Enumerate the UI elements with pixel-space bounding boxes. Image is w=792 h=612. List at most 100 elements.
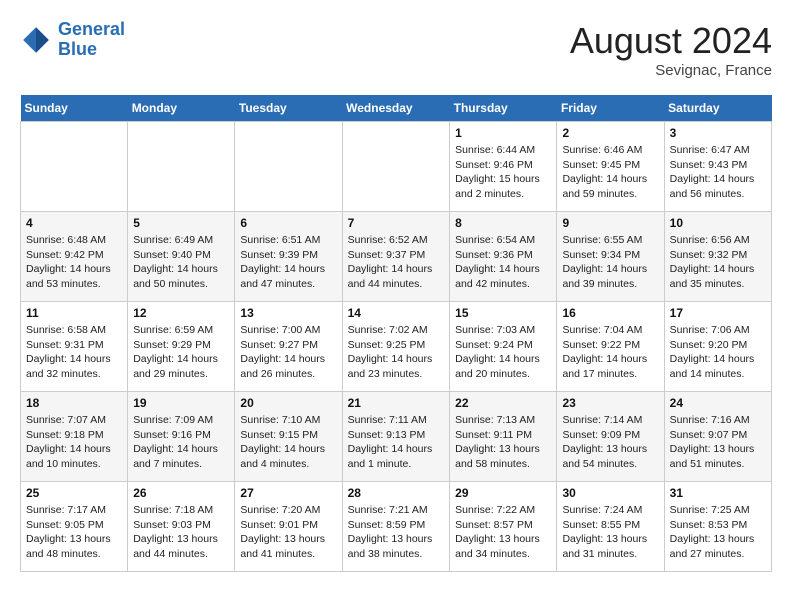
- day-number: 25: [26, 486, 122, 500]
- logo-icon: [20, 24, 52, 56]
- day-info: Sunrise: 6:51 AM Sunset: 9:39 PM Dayligh…: [240, 233, 336, 292]
- calendar-cell: 28 Sunrise: 7:21 AM Sunset: 8:59 PM Dayli…: [342, 482, 450, 572]
- day-info: Sunrise: 6:46 AM Sunset: 9:45 PM Dayligh…: [562, 143, 658, 202]
- calendar-cell: 2 Sunrise: 6:46 AM Sunset: 9:45 PM Daylig…: [557, 122, 664, 212]
- calendar-cell: 8Sunrise: 6:54 AM Sunset: 9:36 PM Daylig…: [450, 212, 557, 302]
- page-header: General Blue August 2024 Sevignac, Franc…: [20, 20, 772, 79]
- day-info: Sunrise: 6:59 AM Sunset: 9:29 PM Dayligh…: [133, 323, 229, 382]
- calendar-cell: 25 Sunrise: 7:17 AM Sunset: 9:05 PM Dayli…: [21, 482, 128, 572]
- calendar-cell: [342, 122, 450, 212]
- day-of-week-header: Wednesday: [342, 95, 450, 122]
- day-info: Sunrise: 6:54 AM Sunset: 9:36 PM Dayligh…: [455, 233, 551, 292]
- day-info: Sunrise: 7:16 AM Sunset: 9:07 PM Dayligh…: [670, 413, 766, 472]
- day-of-week-header: Tuesday: [235, 95, 342, 122]
- day-number: 10: [670, 216, 766, 230]
- calendar-cell: 12 Sunrise: 6:59 AM Sunset: 9:29 PM Dayli…: [128, 302, 235, 392]
- day-number: 12: [133, 306, 229, 320]
- day-number: 26: [133, 486, 229, 500]
- day-number: 23: [562, 396, 658, 410]
- day-number: 7: [348, 216, 445, 230]
- day-number: 1: [455, 126, 551, 140]
- calendar-week-row: 18 Sunrise: 7:07 AM Sunset: 9:18 PM Dayli…: [21, 392, 772, 482]
- day-info: Sunrise: 6:44 AM Sunset: 9:46 PM Dayligh…: [455, 143, 551, 202]
- calendar-cell: 27 Sunrise: 7:20 AM Sunset: 9:01 PM Dayli…: [235, 482, 342, 572]
- day-info: Sunrise: 7:09 AM Sunset: 9:16 PM Dayligh…: [133, 413, 229, 472]
- day-info: Sunrise: 7:24 AM Sunset: 8:55 PM Dayligh…: [562, 503, 658, 562]
- day-number: 24: [670, 396, 766, 410]
- calendar-cell: 23 Sunrise: 7:14 AM Sunset: 9:09 PM Dayli…: [557, 392, 664, 482]
- day-number: 9: [562, 216, 658, 230]
- calendar-cell: 22 Sunrise: 7:13 AM Sunset: 9:11 PM Dayli…: [450, 392, 557, 482]
- day-info: Sunrise: 7:00 AM Sunset: 9:27 PM Dayligh…: [240, 323, 336, 382]
- calendar-cell: 13 Sunrise: 7:00 AM Sunset: 9:27 PM Dayli…: [235, 302, 342, 392]
- day-number: 17: [670, 306, 766, 320]
- calendar-cell: 16Sunrise: 7:04 AM Sunset: 9:22 PM Dayli…: [557, 302, 664, 392]
- day-info: Sunrise: 6:52 AM Sunset: 9:37 PM Dayligh…: [348, 233, 445, 292]
- day-info: Sunrise: 7:13 AM Sunset: 9:11 PM Dayligh…: [455, 413, 551, 472]
- day-info: Sunrise: 7:21 AM Sunset: 8:59 PM Dayligh…: [348, 503, 445, 562]
- day-info: Sunrise: 7:14 AM Sunset: 9:09 PM Dayligh…: [562, 413, 658, 472]
- calendar-cell: [128, 122, 235, 212]
- calendar-cell: 18 Sunrise: 7:07 AM Sunset: 9:18 PM Dayli…: [21, 392, 128, 482]
- day-of-week-header: Friday: [557, 95, 664, 122]
- logo-text: General Blue: [58, 20, 125, 60]
- day-of-week-header: Sunday: [21, 95, 128, 122]
- calendar-week-row: 1 Sunrise: 6:44 AM Sunset: 9:46 PM Daylig…: [21, 122, 772, 212]
- day-info: Sunrise: 7:11 AM Sunset: 9:13 PM Dayligh…: [348, 413, 445, 472]
- calendar-header-row: SundayMondayTuesdayWednesdayThursdayFrid…: [21, 95, 772, 122]
- day-number: 27: [240, 486, 336, 500]
- day-info: Sunrise: 6:47 AM Sunset: 9:43 PM Dayligh…: [670, 143, 766, 202]
- calendar-cell: 1 Sunrise: 6:44 AM Sunset: 9:46 PM Daylig…: [450, 122, 557, 212]
- calendar-week-row: 4Sunrise: 6:48 AM Sunset: 9:42 PM Daylig…: [21, 212, 772, 302]
- day-info: Sunrise: 7:10 AM Sunset: 9:15 PM Dayligh…: [240, 413, 336, 472]
- calendar-cell: 7 Sunrise: 6:52 AM Sunset: 9:37 PM Daylig…: [342, 212, 450, 302]
- day-number: 20: [240, 396, 336, 410]
- day-number: 18: [26, 396, 122, 410]
- day-number: 22: [455, 396, 551, 410]
- day-number: 5: [133, 216, 229, 230]
- calendar-cell: 3Sunrise: 6:47 AM Sunset: 9:43 PM Daylig…: [664, 122, 771, 212]
- day-info: Sunrise: 7:17 AM Sunset: 9:05 PM Dayligh…: [26, 503, 122, 562]
- day-info: Sunrise: 6:58 AM Sunset: 9:31 PM Dayligh…: [26, 323, 122, 382]
- calendar-cell: 31Sunrise: 7:25 AM Sunset: 8:53 PM Dayli…: [664, 482, 771, 572]
- day-number: 2: [562, 126, 658, 140]
- logo: General Blue: [20, 20, 125, 60]
- day-info: Sunrise: 7:18 AM Sunset: 9:03 PM Dayligh…: [133, 503, 229, 562]
- calendar-cell: 30Sunrise: 7:24 AM Sunset: 8:55 PM Dayli…: [557, 482, 664, 572]
- calendar-cell: 29Sunrise: 7:22 AM Sunset: 8:57 PM Dayli…: [450, 482, 557, 572]
- calendar-cell: 10 Sunrise: 6:56 AM Sunset: 9:32 PM Dayli…: [664, 212, 771, 302]
- calendar-cell: [21, 122, 128, 212]
- day-number: 13: [240, 306, 336, 320]
- day-info: Sunrise: 7:25 AM Sunset: 8:53 PM Dayligh…: [670, 503, 766, 562]
- day-info: Sunrise: 6:55 AM Sunset: 9:34 PM Dayligh…: [562, 233, 658, 292]
- calendar-cell: 4Sunrise: 6:48 AM Sunset: 9:42 PM Daylig…: [21, 212, 128, 302]
- calendar-cell: 6 Sunrise: 6:51 AM Sunset: 9:39 PM Daylig…: [235, 212, 342, 302]
- calendar-cell: 15Sunrise: 7:03 AM Sunset: 9:24 PM Dayli…: [450, 302, 557, 392]
- calendar-week-row: 25 Sunrise: 7:17 AM Sunset: 9:05 PM Dayli…: [21, 482, 772, 572]
- calendar-cell: 20 Sunrise: 7:10 AM Sunset: 9:15 PM Dayli…: [235, 392, 342, 482]
- calendar-cell: 26 Sunrise: 7:18 AM Sunset: 9:03 PM Dayli…: [128, 482, 235, 572]
- day-info: Sunrise: 7:03 AM Sunset: 9:24 PM Dayligh…: [455, 323, 551, 382]
- day-info: Sunrise: 7:07 AM Sunset: 9:18 PM Dayligh…: [26, 413, 122, 472]
- day-info: Sunrise: 7:02 AM Sunset: 9:25 PM Dayligh…: [348, 323, 445, 382]
- day-of-week-header: Monday: [128, 95, 235, 122]
- day-info: Sunrise: 7:06 AM Sunset: 9:20 PM Dayligh…: [670, 323, 766, 382]
- calendar-cell: 24 Sunrise: 7:16 AM Sunset: 9:07 PM Dayli…: [664, 392, 771, 482]
- calendar-cell: 5 Sunrise: 6:49 AM Sunset: 9:40 PM Daylig…: [128, 212, 235, 302]
- day-number: 11: [26, 306, 122, 320]
- day-number: 14: [348, 306, 445, 320]
- title-block: August 2024 Sevignac, France: [570, 20, 772, 79]
- location: Sevignac, France: [570, 62, 772, 79]
- day-number: 28: [348, 486, 445, 500]
- day-number: 6: [240, 216, 336, 230]
- day-info: Sunrise: 7:22 AM Sunset: 8:57 PM Dayligh…: [455, 503, 551, 562]
- calendar-cell: 9 Sunrise: 6:55 AM Sunset: 9:34 PM Daylig…: [557, 212, 664, 302]
- day-info: Sunrise: 6:56 AM Sunset: 9:32 PM Dayligh…: [670, 233, 766, 292]
- day-info: Sunrise: 7:20 AM Sunset: 9:01 PM Dayligh…: [240, 503, 336, 562]
- calendar-table: SundayMondayTuesdayWednesdayThursdayFrid…: [20, 95, 772, 572]
- calendar-cell: [235, 122, 342, 212]
- day-info: Sunrise: 7:04 AM Sunset: 9:22 PM Dayligh…: [562, 323, 658, 382]
- day-info: Sunrise: 6:48 AM Sunset: 9:42 PM Dayligh…: [26, 233, 122, 292]
- calendar-cell: 21Sunrise: 7:11 AM Sunset: 9:13 PM Dayli…: [342, 392, 450, 482]
- day-info: Sunrise: 6:49 AM Sunset: 9:40 PM Dayligh…: [133, 233, 229, 292]
